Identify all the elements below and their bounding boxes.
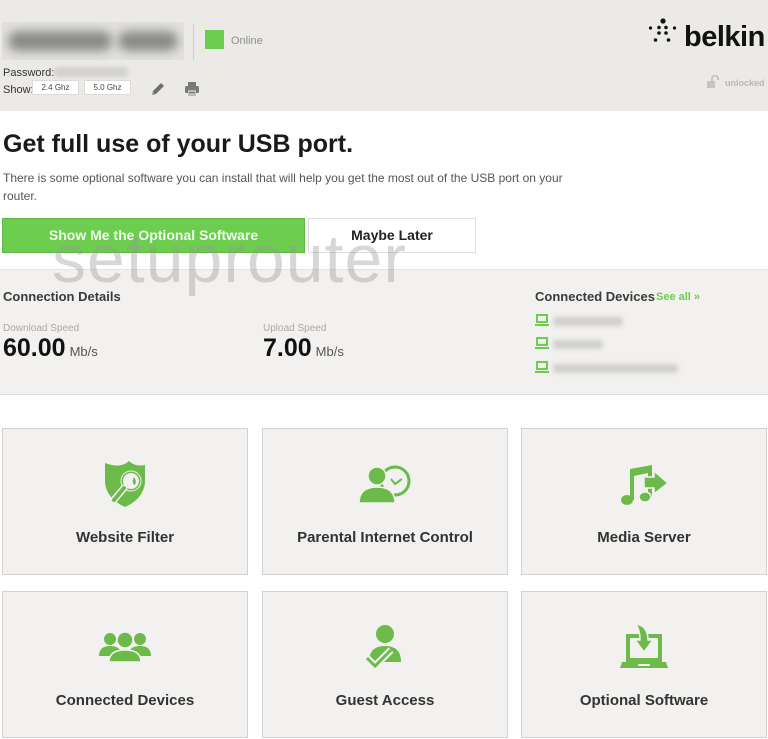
download-speed-unit: Mb/s <box>69 344 98 359</box>
user-clock-icon <box>358 465 411 504</box>
download-speed: 60.00 Mb/s <box>3 334 98 363</box>
shield-search-icon <box>105 461 145 507</box>
laptop-icon <box>535 337 549 349</box>
show-label: Show: <box>3 84 34 96</box>
upload-speed: 7.00 Mb/s <box>263 334 344 363</box>
connection-details-title: Connection Details <box>3 289 121 304</box>
band-2-4ghz-button[interactable]: 2.4 Ghz <box>32 80 79 95</box>
tile-label: Optional Software <box>579 692 709 709</box>
password-label: Password: <box>3 67 55 79</box>
tile-connected-devices[interactable]: Connected Devices <box>2 591 248 738</box>
password-redacted <box>54 67 128 77</box>
device-list-item[interactable] <box>535 361 705 375</box>
download-speed-label: Download Speed <box>3 323 80 334</box>
download-speed-value: 60.00 <box>3 334 66 362</box>
tile-label: Media Server <box>597 529 691 546</box>
upload-speed-label: Upload Speed <box>263 323 327 334</box>
promo-description: There is some optional software you can … <box>3 171 563 203</box>
header-divider <box>193 24 194 60</box>
online-status-text: Online <box>231 35 263 47</box>
tile-label: Guest Access <box>335 692 435 709</box>
header: Online Password: Show: 2.4 Ghz 5.0 Ghz b… <box>0 0 768 111</box>
lock-status-text[interactable]: unlocked <box>725 78 765 88</box>
laptop-icon <box>535 361 549 373</box>
printer-icon[interactable] <box>183 81 201 97</box>
user-check-icon <box>364 625 401 671</box>
tile-guest-access[interactable]: Guest Access <box>262 591 508 738</box>
device-list-item[interactable] <box>535 314 705 328</box>
belkin-dots-icon <box>648 18 677 42</box>
upload-speed-unit: Mb/s <box>315 344 344 359</box>
tile-optional-software[interactable]: Optional Software <box>521 591 767 738</box>
online-status-indicator <box>205 30 224 49</box>
maybe-later-button[interactable]: Maybe Later <box>308 218 476 253</box>
laptop-download-icon <box>620 622 668 668</box>
tile-label: Website Filter <box>75 529 175 546</box>
device-name-redacted <box>553 364 678 373</box>
show-optional-software-button[interactable]: Show Me the Optional Software <box>2 218 305 253</box>
device-name-redacted <box>553 317 623 326</box>
network-name-redacted <box>2 22 184 60</box>
laptop-icon <box>535 314 549 326</box>
upload-speed-value: 7.00 <box>263 334 312 362</box>
promo-title: Get full use of your USB port. <box>3 130 354 158</box>
connected-devices-title: Connected Devices <box>535 289 655 304</box>
users-group-icon <box>99 631 151 663</box>
tile-parental-internet-control[interactable]: Parental Internet Control <box>262 428 508 575</box>
device-list-item[interactable] <box>535 337 705 351</box>
tile-label: Connected Devices <box>55 692 195 709</box>
tile-website-filter[interactable]: Website Filter <box>2 428 248 575</box>
brand-name: belkin <box>684 21 765 53</box>
tile-label: Parental Internet Control <box>297 529 473 546</box>
band-5ghz-button[interactable]: 5.0 Ghz <box>84 80 131 95</box>
device-name-redacted <box>553 340 603 349</box>
music-arrow-icon <box>621 465 670 505</box>
connection-details-panel: Connection Details Download Speed 60.00 M… <box>0 269 768 395</box>
pencil-edit-icon[interactable] <box>149 81 167 97</box>
unlocked-padlock-icon[interactable] <box>706 75 720 89</box>
belkin-logo: belkin <box>648 17 768 53</box>
see-all-devices-link[interactable]: See all » <box>656 291 700 303</box>
tile-media-server[interactable]: Media Server <box>521 428 767 575</box>
